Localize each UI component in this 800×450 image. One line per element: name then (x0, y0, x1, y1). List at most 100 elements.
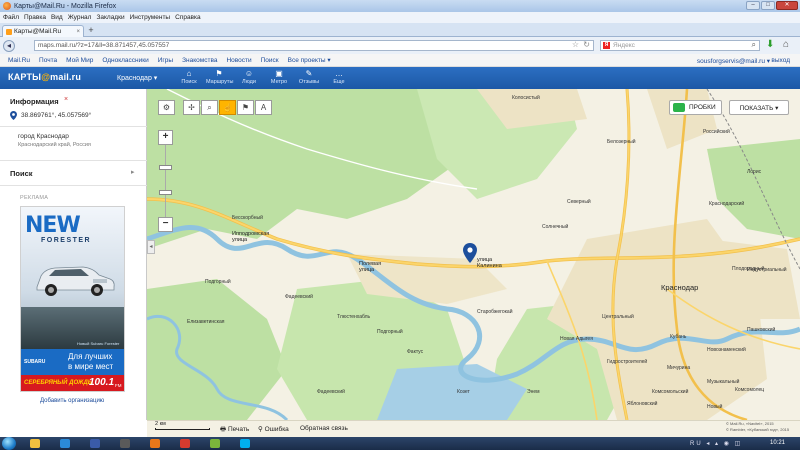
menu-bar: Файл Правка Вид Журнал Закладки Инструме… (0, 12, 800, 23)
bookmark-star-icon[interactable]: ☆ (572, 40, 579, 49)
maximize-button[interactable]: □ (761, 1, 775, 10)
search-section-title[interactable]: Поиск (10, 169, 33, 178)
search-icon[interactable]: ⌕ (752, 40, 756, 50)
maps-header: КАРТЫ@mail.ru Краснодар ▾ ⌂ Поиск ⚑ Маршру… (0, 67, 800, 89)
menu-file[interactable]: Файл (3, 14, 19, 21)
ad-subtitle: Новый Subaru Forester (77, 341, 120, 346)
traffic-button[interactable]: ПРОБКИ (669, 100, 722, 115)
system-tray[interactable]: RU ◂ ▴ ◉ ◫ (690, 440, 742, 447)
pointer-tool-icon[interactable]: ☝ (219, 100, 236, 115)
nav-reviews[interactable]: ✎ Отзывы (296, 69, 322, 85)
scale-label: 2 км (155, 421, 166, 427)
site-link-news[interactable]: Новости (226, 57, 251, 64)
tab-close-icon[interactable]: × (76, 29, 80, 35)
media-icon[interactable] (90, 439, 100, 448)
add-organization-link[interactable]: Добавить организацию (40, 398, 104, 404)
subaru-ad-banner[interactable]: NEW FORESTER Новый Subaru Forester SUBAR… (20, 206, 125, 392)
collapse-panel-button[interactable]: ◂ (147, 240, 155, 254)
menu-edit[interactable]: Правка (24, 14, 46, 21)
site-link-games[interactable]: Игры (158, 57, 173, 64)
nav-metro[interactable]: ▣ Метро (266, 69, 292, 85)
site-link-mail[interactable]: Почта (39, 57, 57, 64)
menu-bookmarks[interactable]: Закладки (96, 14, 124, 21)
map-label: Фадеевский (317, 389, 345, 395)
map-label: Солнечный (542, 224, 569, 230)
map-label: Гидростроителей (607, 359, 648, 365)
site-link-myworld[interactable]: Мой Мир (66, 57, 93, 64)
app-green-icon[interactable] (210, 439, 220, 448)
zoom-in-button[interactable]: + (158, 130, 173, 145)
site-link-mailru[interactable]: Mail.Ru (8, 57, 30, 64)
map-label: Новый (707, 404, 723, 410)
zoom-out-button[interactable]: − (158, 217, 173, 232)
site-link-search[interactable]: Поиск (261, 57, 279, 64)
report-error-link[interactable]: ⚲ Ошибка (258, 425, 289, 433)
info-title: Информация (10, 97, 59, 106)
reload-icon[interactable]: ↻ (583, 40, 590, 49)
site-link-all[interactable]: Все проекты ▾ (288, 56, 331, 64)
search-box[interactable]: Я Яндекс ⌕ (600, 40, 760, 51)
city-selector[interactable]: Краснодар ▾ (117, 74, 157, 82)
feedback-link[interactable]: Обратная связь (300, 425, 348, 432)
zoom-slider-handle[interactable] (159, 165, 172, 170)
map-street-label: улица Калинина (477, 257, 502, 269)
tab-label: Карты@Mail.Ru (14, 28, 62, 35)
logout-link[interactable]: выход (771, 57, 790, 64)
menu-help[interactable]: Справка (175, 14, 201, 21)
skype-icon[interactable] (240, 439, 250, 448)
tab-favicon (6, 28, 12, 35)
site-link-ok[interactable]: Одноклассники (102, 57, 148, 64)
ad-label: РЕКЛАМА (20, 195, 49, 201)
nav-search[interactable]: ⌂ Поиск (176, 69, 202, 85)
home-icon[interactable]: ⌂ (783, 39, 789, 50)
settings-gear-icon[interactable]: ⚙ (158, 100, 175, 115)
show-label: ПОКАЗАТЬ ▾ (739, 104, 779, 112)
zoom-track[interactable] (165, 145, 166, 217)
ruler-tool-icon[interactable]: A (255, 100, 272, 115)
show-layers-dropdown[interactable]: ПОКАЗАТЬ ▾ (729, 100, 789, 115)
ad-fm: FM (115, 383, 122, 388)
nav-more[interactable]: … Еще (326, 69, 352, 85)
print-link[interactable]: 🖶 Печать (220, 425, 249, 436)
menu-history[interactable]: Журнал (68, 14, 92, 21)
expand-arrow-icon[interactable]: ▸ (131, 168, 135, 176)
opera-icon[interactable] (180, 439, 190, 448)
zoom-tool-icon[interactable]: ⌕ (201, 100, 218, 115)
map-canvas[interactable]: Колосистый Бесскорбный Российский Красно… (147, 89, 800, 420)
start-button[interactable] (2, 437, 16, 450)
map-label: Мичурина (667, 365, 691, 371)
ie-icon[interactable] (60, 439, 70, 448)
info-close-icon[interactable]: × (64, 96, 68, 103)
close-button[interactable]: ✕ (776, 1, 798, 10)
download-icon[interactable]: ⬇ (766, 39, 774, 50)
map-label: Старобжегокай (477, 309, 513, 315)
metro-icon: ▣ (275, 69, 283, 78)
nav-people[interactable]: ☺ Люди (236, 69, 262, 85)
copyright-line1: © Mail.Ru, «Navitel», 2015 (726, 421, 774, 426)
pan-icon[interactable]: ✢ (183, 100, 200, 115)
new-tab-button[interactable]: + (86, 26, 96, 36)
maps-logo[interactable]: КАРТЫ@mail.ru (8, 72, 81, 82)
tab-maps[interactable]: Карты@Mail.Ru × (2, 25, 84, 37)
back-arrow-icon[interactable]: ◂ (3, 39, 15, 52)
minimize-button[interactable]: – (746, 1, 760, 10)
copyright-line2: © Rambler, «Кубанский гид», 2015 (726, 427, 790, 432)
maps-nav: ⌂ Поиск ⚑ Маршруты ☺ Люди ▣ Метро ✎ Отзывы … Е… (176, 69, 352, 85)
ad-slogan-line1: Для лучших (68, 352, 113, 361)
explorer-icon[interactable] (30, 439, 40, 448)
address-bar[interactable]: maps.mail.ru/?z=17&ll=38.871457,45.05755… (34, 40, 594, 51)
user-email[interactable]: sousforgservis@mail.ru ▾ (697, 57, 770, 65)
map-label: Краснодарский (709, 201, 745, 207)
site-link-dating[interactable]: Знакомства (182, 57, 217, 64)
firefox-taskbar-icon[interactable] (150, 439, 160, 448)
divider (0, 185, 147, 186)
nav-routes[interactable]: ⚑ Маршруты (206, 69, 233, 85)
ad-model-text: FORESTER (41, 237, 92, 244)
url-text: maps.mail.ru/?z=17&ll=38.871457,45.05755… (38, 42, 170, 49)
menu-view[interactable]: Вид (51, 14, 63, 21)
menu-tools[interactable]: Инструменты (130, 14, 171, 21)
zoom-slider-mark (159, 190, 172, 195)
review-icon: ✎ (305, 69, 313, 78)
app-icon[interactable] (120, 439, 130, 448)
flag-tool-icon[interactable]: ⚑ (237, 100, 254, 115)
